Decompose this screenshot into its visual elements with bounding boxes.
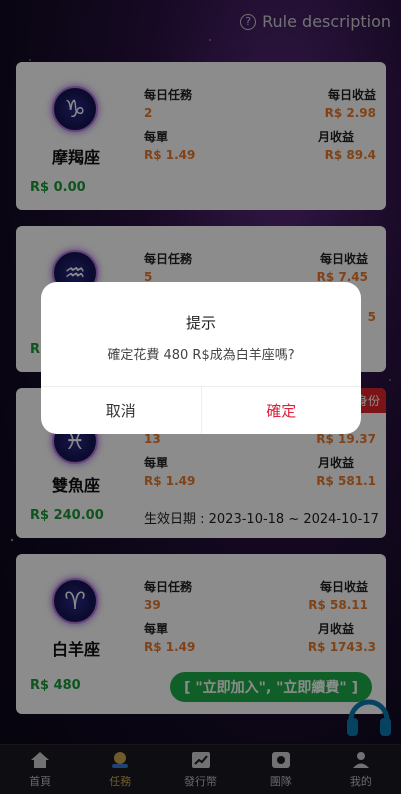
- dialog-title: 提示: [185, 314, 216, 332]
- cancel-button[interactable]: 取消: [41, 387, 202, 434]
- tab-bar-dim: [0, 744, 401, 794]
- dialog-message: 確定花費 480 R$成為白羊座嗎?: [107, 348, 295, 363]
- confirm-dialog: 提示 確定花費 480 R$成為白羊座嗎? 取消 確定: [41, 282, 361, 434]
- confirm-button[interactable]: 確定: [202, 387, 362, 434]
- dialog-actions: 取消 確定: [41, 386, 361, 434]
